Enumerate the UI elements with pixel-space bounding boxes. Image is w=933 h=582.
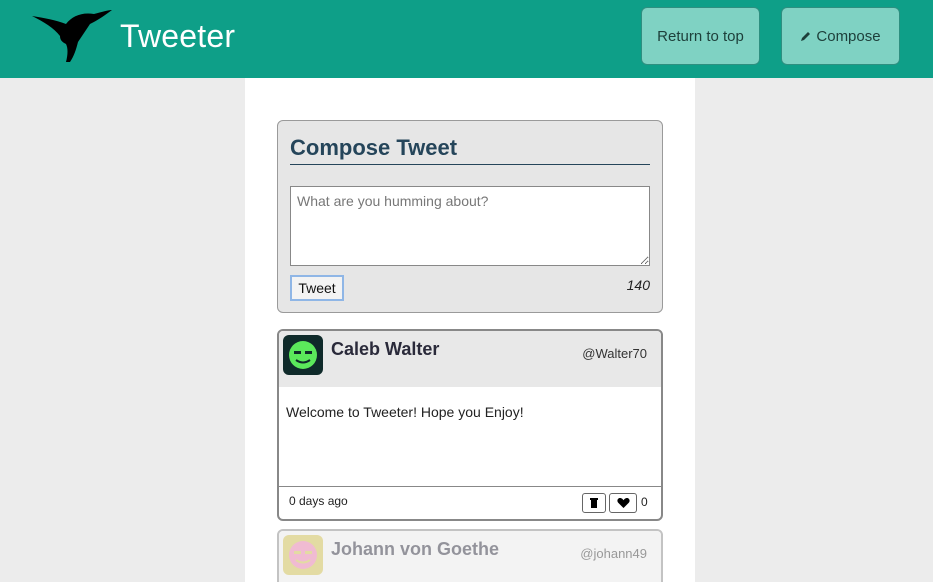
return-to-top-label: Return to top — [657, 27, 744, 45]
pink-face-avatar-icon — [283, 535, 323, 575]
tweet-author-name: Johann von Goethe — [331, 539, 500, 559]
compose-button[interactable]: Compose — [781, 7, 900, 65]
tweet-submit-button[interactable]: Tweet — [290, 275, 344, 301]
like-tweet-button[interactable] — [609, 493, 637, 513]
main-content: Compose Tweet Tweet 140 Caleb Walter @Wa… — [245, 78, 695, 582]
tweet-author-handle: @johann49 — [580, 546, 647, 561]
trash-icon — [590, 498, 598, 508]
tweet-body: Welcome to Tweeter! Hope you Enjoy! — [286, 404, 524, 420]
tweet-header: Caleb Walter @Walter70 — [279, 331, 661, 387]
tweet-header: Johann von Goethe @johann49 — [279, 531, 661, 582]
return-to-top-button[interactable]: Return to top — [641, 7, 760, 65]
tweet-card: Johann von Goethe @johann49 — [277, 529, 663, 582]
tweet-footer: 0 days ago 0 — [279, 486, 661, 519]
compose-tweet-panel: Compose Tweet Tweet 140 — [277, 120, 663, 313]
tweet-timestamp: 0 days ago — [289, 494, 348, 508]
compose-label: Compose — [816, 27, 881, 45]
char-counter: 140 — [626, 277, 650, 293]
heart-icon — [616, 497, 630, 508]
pencil-icon — [801, 32, 811, 41]
tweet-card: Caleb Walter @Walter70 Welcome to Tweete… — [277, 329, 663, 521]
like-count: 0 — [641, 495, 648, 509]
tweet-textarea[interactable] — [290, 186, 650, 266]
delete-tweet-button[interactable] — [582, 493, 606, 513]
brand-title[interactable]: Tweeter — [120, 18, 235, 55]
green-face-avatar-icon — [283, 335, 323, 375]
hummingbird-icon — [32, 10, 112, 62]
tweet-author-handle: @Walter70 — [582, 346, 647, 361]
compose-title: Compose Tweet — [290, 135, 650, 165]
top-nav: Tweeter Return to top Compose — [0, 0, 933, 78]
tweet-author-name: Caleb Walter — [331, 339, 440, 359]
